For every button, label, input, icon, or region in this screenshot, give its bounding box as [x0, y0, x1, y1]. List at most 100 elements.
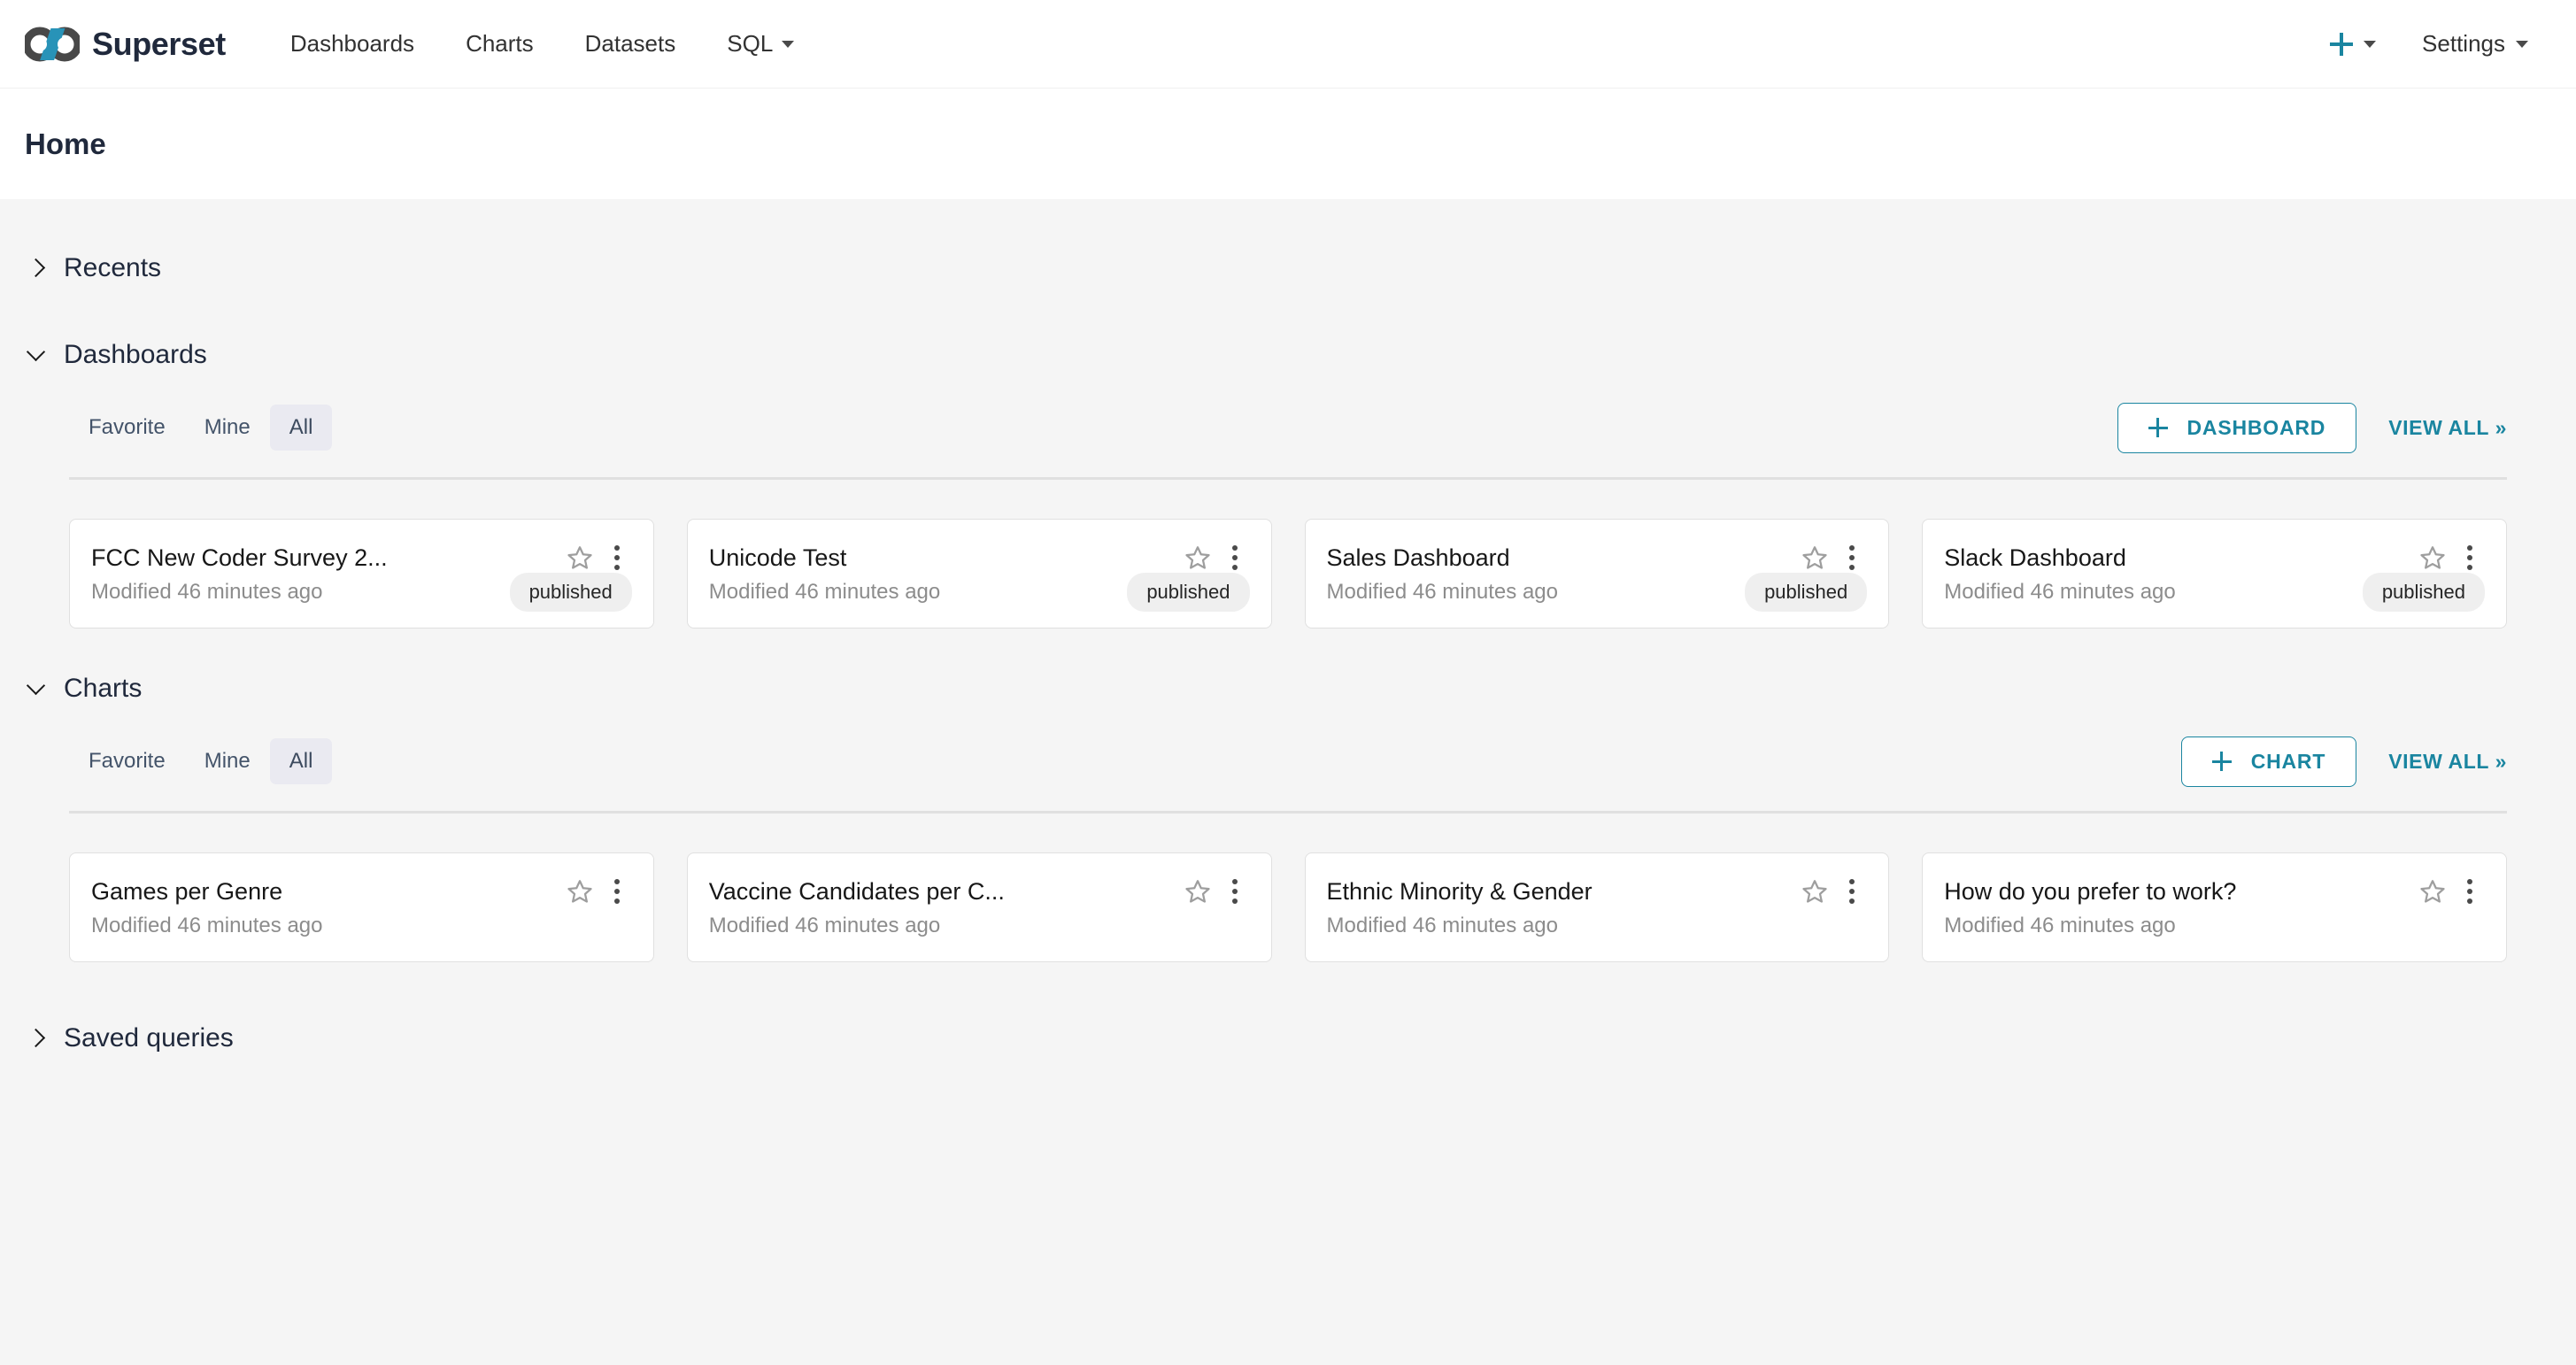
section-dashboards-header[interactable]: Dashboards [0, 332, 2576, 378]
tab-dashboards-mine[interactable]: Mine [185, 405, 270, 451]
card-actions [1183, 876, 1250, 906]
card-header: Ethnic Minority & Gender [1327, 876, 1868, 906]
section-recents: Recents [0, 199, 2576, 332]
card-modified-text: Modified 46 minutes ago [91, 914, 323, 938]
tab-dashboards-favorite[interactable]: Favorite [69, 405, 185, 451]
tab-charts-mine[interactable]: Mine [185, 738, 270, 784]
brand-home-link[interactable]: Superset [25, 26, 226, 63]
chart-card[interactable]: How do you prefer to work? Modified 46 m… [1922, 852, 2507, 962]
card-header: How do you prefer to work? [1944, 876, 2485, 906]
card-more-menu-icon[interactable] [1837, 876, 1867, 906]
nav-links: Dashboards Charts Datasets SQL [265, 30, 820, 58]
section-recents-header[interactable]: Recents [0, 245, 2576, 291]
section-saved-queries-title: Saved queries [64, 1023, 234, 1053]
chevron-right-icon [27, 258, 46, 278]
card-title: Vaccine Candidates per C... [709, 878, 1172, 906]
nav-link-charts[interactable]: Charts [440, 30, 559, 58]
dashboards-actions: DASHBOARD VIEW ALL » [2117, 403, 2508, 453]
card-footer: Modified 46 minutes ago [709, 914, 1250, 938]
chart-card[interactable]: Games per Genre Modified 46 minutes ago [69, 852, 654, 962]
dashboard-card[interactable]: FCC New Coder Survey 2... Modified 46 mi… [69, 519, 654, 629]
brand-name: Superset [92, 26, 226, 63]
nav-link-sql[interactable]: SQL [701, 30, 820, 58]
charts-actions: CHART VIEW ALL » [2181, 736, 2507, 787]
card-title: How do you prefer to work? [1944, 878, 2407, 906]
dashboard-card[interactable]: Sales Dashboard Modified 46 minutes ago … [1305, 519, 1890, 629]
dashboards-card-grid: FCC New Coder Survey 2... Modified 46 mi… [0, 480, 2576, 629]
charts-tabs-row: Favorite Mine All CHART VIEW ALL » [0, 712, 2576, 793]
status-badge: published [510, 573, 632, 612]
add-dashboard-label: DASHBOARD [2187, 416, 2326, 440]
plus-icon [2148, 418, 2168, 437]
favorite-star-icon[interactable] [1800, 543, 1830, 573]
add-dashboard-button[interactable]: DASHBOARD [2117, 403, 2357, 453]
dashboards-view-all-link[interactable]: VIEW ALL » [2388, 416, 2507, 440]
nav-link-dashboards[interactable]: Dashboards [265, 30, 440, 58]
card-modified-text: Modified 46 minutes ago [91, 580, 323, 605]
favorite-star-icon[interactable] [1800, 876, 1830, 906]
chevron-right-icon [27, 1029, 46, 1048]
nav-link-label: Dashboards [290, 30, 414, 58]
nav-link-label: Charts [466, 30, 534, 58]
section-saved-queries: Saved queries [0, 962, 2576, 1061]
card-title: Sales Dashboard [1327, 544, 1790, 572]
favorite-star-icon[interactable] [565, 876, 595, 906]
favorite-star-icon[interactable] [565, 543, 595, 573]
card-title: Games per Genre [91, 878, 554, 906]
chart-card[interactable]: Ethnic Minority & Gender Modified 46 min… [1305, 852, 1890, 962]
dashboards-tabs: Favorite Mine All [69, 405, 332, 451]
chevron-down-icon [27, 345, 46, 365]
card-actions [2418, 543, 2485, 573]
card-footer: Modified 46 minutes ago published [1944, 573, 2485, 612]
tab-charts-all[interactable]: All [270, 738, 333, 784]
dashboard-card[interactable]: Slack Dashboard Modified 46 minutes ago … [1922, 519, 2507, 629]
card-more-menu-icon[interactable] [1220, 543, 1250, 573]
card-footer: Modified 46 minutes ago published [709, 573, 1250, 612]
card-footer: Modified 46 minutes ago published [91, 573, 632, 612]
card-header: Sales Dashboard [1327, 543, 1868, 573]
nav-link-label: Datasets [585, 30, 676, 58]
chart-card[interactable]: Vaccine Candidates per C... Modified 46 … [687, 852, 1272, 962]
card-actions [565, 543, 632, 573]
favorite-star-icon[interactable] [2418, 876, 2448, 906]
page-body: Recents Dashboards Favorite Mine All DAS… [0, 199, 2576, 1061]
card-more-menu-icon[interactable] [1837, 543, 1867, 573]
card-actions [1800, 876, 1867, 906]
section-charts-header[interactable]: Charts [0, 666, 2576, 712]
nav-link-datasets[interactable]: Datasets [559, 30, 702, 58]
plus-icon [2212, 752, 2232, 771]
tab-dashboards-all[interactable]: All [270, 405, 333, 451]
card-actions [1183, 543, 1250, 573]
section-charts-title: Charts [64, 674, 142, 704]
settings-menu[interactable]: Settings [2399, 30, 2542, 58]
card-more-menu-icon[interactable] [602, 543, 632, 573]
card-title: FCC New Coder Survey 2... [91, 544, 554, 572]
card-more-menu-icon[interactable] [2455, 543, 2485, 573]
section-saved-queries-header[interactable]: Saved queries [0, 1015, 2576, 1061]
section-recents-title: Recents [64, 253, 161, 283]
charts-view-all-link[interactable]: VIEW ALL » [2388, 750, 2507, 774]
card-modified-text: Modified 46 minutes ago [1944, 914, 2176, 938]
card-title: Slack Dashboard [1944, 544, 2407, 572]
chevron-down-icon [2516, 41, 2528, 48]
navbar-right: Settings [2307, 30, 2542, 58]
card-more-menu-icon[interactable] [602, 876, 632, 906]
settings-label: Settings [2422, 30, 2505, 58]
superset-infinity-logo-icon [25, 27, 80, 62]
main-navbar: Superset Dashboards Charts Datasets SQL … [0, 0, 2576, 89]
card-modified-text: Modified 46 minutes ago [1327, 914, 1559, 938]
card-more-menu-icon[interactable] [2455, 876, 2485, 906]
status-badge: published [1745, 573, 1867, 612]
chevron-down-icon [782, 41, 794, 48]
add-chart-button[interactable]: CHART [2181, 736, 2357, 787]
card-actions [1800, 543, 1867, 573]
status-badge: published [1127, 573, 1249, 612]
favorite-star-icon[interactable] [2418, 543, 2448, 573]
tab-charts-favorite[interactable]: Favorite [69, 738, 185, 784]
new-item-menu[interactable] [2307, 33, 2399, 56]
section-dashboards: Dashboards Favorite Mine All DASHBOARD V… [0, 332, 2576, 629]
card-more-menu-icon[interactable] [1220, 876, 1250, 906]
dashboard-card[interactable]: Unicode Test Modified 46 minutes ago pub… [687, 519, 1272, 629]
favorite-star-icon[interactable] [1183, 543, 1213, 573]
favorite-star-icon[interactable] [1183, 876, 1213, 906]
